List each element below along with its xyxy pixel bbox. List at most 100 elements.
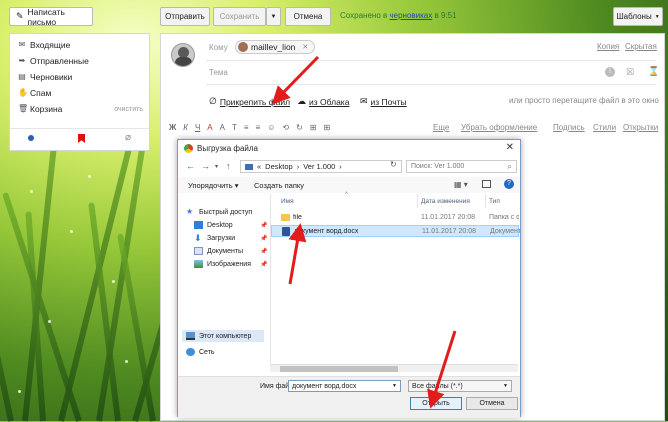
cancel-button[interactable]: Отмена <box>285 7 331 26</box>
tree-item-desktop[interactable]: Desktop 📌 <box>194 221 267 229</box>
chevron-down-icon[interactable]: ▼ <box>392 383 397 389</box>
emoji-button[interactable]: ☺ <box>267 123 275 135</box>
refresh-icon[interactable]: ↻ <box>390 160 397 169</box>
up-icon[interactable]: ↑ <box>226 161 231 171</box>
underline-button[interactable]: Ч <box>195 123 200 135</box>
close-icon[interactable]: ✕ <box>302 43 308 51</box>
list-button[interactable]: ≡ <box>256 123 261 135</box>
file-row-folder[interactable]: file 11.01.2017 20:08 Папка с фай <box>271 212 519 224</box>
folder-panel: ✉ Входящие ➥ Отправленные ▤ Черновики ✋ … <box>9 33 150 151</box>
folder-spam[interactable]: ✋ Спам <box>18 86 51 100</box>
bookmark-icon[interactable] <box>78 134 85 143</box>
more-link[interactable]: Еще <box>433 123 449 132</box>
desktop-icon <box>194 221 203 229</box>
status-suffix: в 9:51 <box>432 11 457 20</box>
tree-item-pictures[interactable]: Изображения 📌 <box>194 260 267 268</box>
dot-icon[interactable] <box>28 135 34 141</box>
importance-icon[interactable]: ! <box>605 67 615 77</box>
scrollbar-thumb[interactable] <box>280 366 398 372</box>
preview-pane-icon[interactable] <box>482 180 491 188</box>
subject-label: Тема <box>209 68 228 77</box>
folder-label: Отправленные <box>30 56 89 66</box>
tree-item-downloads[interactable]: ⬇ Загрузки 📌 <box>194 233 267 243</box>
chevron-down-icon[interactable]: ▾ <box>215 163 218 170</box>
highlight-button[interactable]: А <box>220 123 225 135</box>
download-icon: ⬇ <box>194 233 202 243</box>
italic-button[interactable]: К <box>183 123 188 135</box>
compose-button[interactable]: ✎ Написать письмо <box>9 7 93 27</box>
save-button[interactable]: Сохранить <box>213 7 266 26</box>
signature-link[interactable]: Подпись <box>553 123 585 132</box>
file-list: Имя Дата изменения Тип ^ file 11.01.2017… <box>270 192 520 364</box>
tree-item-quick-access[interactable]: ★ Быстрый доступ <box>186 208 252 216</box>
templates-label: Шаблоны <box>616 12 652 21</box>
align-button[interactable]: ≡ <box>244 123 249 135</box>
column-type[interactable]: Тип <box>489 198 500 205</box>
attach-mail-button[interactable]: ✉ из Почты <box>360 96 407 107</box>
pin-icon: 📌 <box>260 261 268 268</box>
folder-drafts[interactable]: ▤ Черновики <box>18 70 72 84</box>
pencil-icon: ✎ <box>16 11 24 21</box>
column-name[interactable]: Имя <box>281 198 294 205</box>
file-row-docx[interactable]: документ ворд.docx 11.01.2017 20:08 Доку… <box>271 225 520 237</box>
paperclip-icon[interactable]: ⌀ <box>125 132 131 143</box>
breadcrumb-desktop[interactable]: Desktop <box>265 162 293 171</box>
file-name: file <box>293 214 302 221</box>
tree-item-documents[interactable]: Документы 📌 <box>194 247 267 255</box>
styles-link[interactable]: Стили <box>593 123 616 132</box>
back-icon[interactable]: ← <box>186 161 195 171</box>
new-folder-button[interactable]: Создать папку <box>254 181 304 190</box>
organize-button[interactable]: Упорядочить ▾ <box>188 181 238 190</box>
chevron-down-icon: ▼ <box>270 13 277 20</box>
filename-input[interactable]: документ ворд.docx ▼ <box>288 380 401 392</box>
font-size-button[interactable]: Т <box>232 123 237 135</box>
breadcrumb-ver[interactable]: Ver 1.000 <box>303 162 335 171</box>
column-date[interactable]: Дата изменения <box>421 198 470 205</box>
dialog-commandbar: Упорядочить ▾ Создать папку ▦ ▾ ? <box>178 177 520 193</box>
recipient-name: maillev_lion <box>251 42 296 52</box>
undo-button[interactable]: ⟲ <box>282 123 289 135</box>
close-icon[interactable]: ✕ <box>506 142 514 153</box>
reminder-icon[interactable]: ⌛ <box>648 66 659 77</box>
send-button[interactable]: Отправить <box>160 7 210 26</box>
tree-item-network[interactable]: Сеть <box>186 348 215 356</box>
clear-trash-link[interactable]: очистить <box>114 106 143 113</box>
folder-sent[interactable]: ➥ Отправленные <box>18 54 89 68</box>
cards-link[interactable]: Открытки <box>623 123 658 132</box>
dialog-cancel-button[interactable]: Отмена <box>466 397 518 410</box>
save-dropdown-button[interactable]: ▼ <box>266 7 281 26</box>
cloud-label: из Облака <box>309 96 350 107</box>
file-name: документ ворд.docx <box>294 228 359 235</box>
notification-icon[interactable]: ☒ <box>626 67 634 78</box>
redo-button[interactable]: ↻ <box>296 123 303 135</box>
folder-inbox[interactable]: ✉ Входящие <box>18 38 71 52</box>
bold-button[interactable]: Ж <box>169 123 176 135</box>
view-icon[interactable]: ▦ ▾ <box>454 180 468 189</box>
mail-icon: ✉ <box>360 96 368 106</box>
tree-item-this-pc[interactable]: Этот компьютер <box>186 332 251 340</box>
drafts-link[interactable]: черновиках <box>389 11 432 20</box>
dialog-footer: Имя файла: документ ворд.docx ▼ Все файл… <box>178 376 520 418</box>
forward-icon[interactable]: → <box>201 161 210 171</box>
tree-label: Изображения <box>207 260 251 268</box>
templates-button[interactable]: Шаблоны ▼ <box>613 7 663 26</box>
file-type-filter[interactable]: Все файлы (*.*) ▼ <box>408 380 512 392</box>
copy-link[interactable]: Копия <box>597 42 619 51</box>
horizontal-scrollbar[interactable] <box>270 364 518 372</box>
help-icon[interactable]: ? <box>504 179 514 189</box>
attach-cloud-button[interactable]: ☁ из Облака <box>297 96 349 107</box>
file-type: Папка с фай <box>489 214 519 221</box>
text-color-button[interactable]: А <box>207 123 212 135</box>
table-button[interactable]: ⊞ <box>324 123 331 135</box>
bcc-link[interactable]: Скрытая <box>625 42 657 51</box>
recipient-chip[interactable]: maillev_lion ✕ <box>235 40 316 54</box>
image-button[interactable]: ⊞ <box>310 123 317 135</box>
attach-file-button[interactable]: ∅ Прикрепить файл <box>209 96 290 107</box>
folder-label: Входящие <box>30 40 71 50</box>
search-input[interactable]: Поиск: Ver 1.000 ⌕ <box>406 160 517 173</box>
dialog-cancel-label: Отмена <box>479 400 505 407</box>
open-button[interactable]: Открыть <box>410 397 462 410</box>
remove-format-link[interactable]: Убрать оформление <box>461 123 537 132</box>
address-bar[interactable]: « Desktop › Ver 1.000 › <box>240 160 402 173</box>
folder-trash[interactable]: 🗑 Корзина <box>18 102 62 116</box>
